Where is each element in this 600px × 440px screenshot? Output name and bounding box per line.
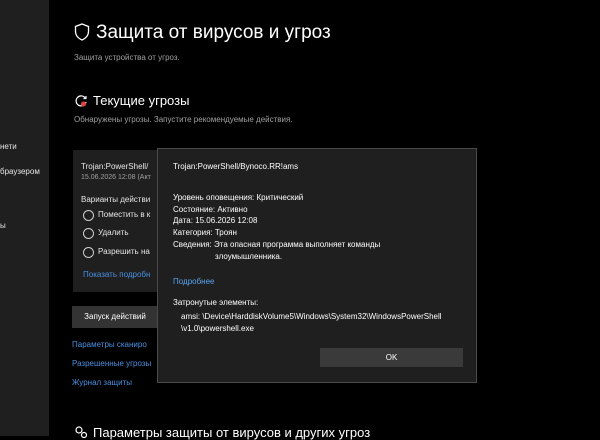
dialog-category: Категория: Троян [173, 228, 237, 237]
threat-card-date: 15.06.2026 12:08 (Акт [81, 174, 151, 181]
radio-allow[interactable] [83, 247, 94, 258]
dialog-details-line1: Сведения: Эта опасная программа выполняе… [173, 240, 381, 249]
radio-remove[interactable] [83, 228, 94, 239]
dialog-threat-name: Trojan:PowerShell/Bynoco.RR!ams [173, 162, 299, 171]
dialog-details-line2: злоумышленника. [215, 252, 283, 261]
option-allow-label: Разрешить на [98, 247, 150, 256]
dialog-status: Состояние: Активно [173, 205, 248, 214]
threat-details-dialog: Trojan:PowerShell/Bynoco.RR!ams Уровень … [157, 148, 477, 383]
start-actions-button[interactable]: Запуск действий [72, 306, 158, 328]
scan-options-link[interactable]: Параметры сканиро [72, 340, 147, 349]
nav-item-2[interactable]: браузером [0, 167, 40, 176]
protection-settings-title: Параметры защиты от вирусов и других угр… [93, 425, 371, 440]
radio-quarantine[interactable] [83, 210, 94, 221]
page-subtitle: Защита устройства от угроз. [74, 53, 180, 62]
affected-item-path-line1: amsi: \Device\HarddiskVolume5\Windows\Sy… [181, 312, 442, 321]
affected-items-label: Затронутые элементы: [173, 298, 259, 307]
nav-item-3[interactable]: ы [0, 221, 6, 230]
allowed-threats-link[interactable]: Разрешенные угрозы [72, 359, 151, 368]
dialog-alert-level: Уровень оповещения: Критический [173, 193, 304, 202]
option-remove-label: Удалить [98, 228, 129, 237]
current-threats-title: Текущие угрозы [93, 93, 190, 108]
show-details-link[interactable]: Показать подробн [83, 270, 150, 279]
affected-item-path-line2: \v1.0\powershell.exe [181, 324, 254, 333]
option-quarantine-label: Поместить в к [98, 210, 151, 219]
current-threats-subtitle: Обнаружены угрозы. Запустите рекомендуем… [74, 115, 293, 124]
threat-refresh-icon [75, 95, 87, 107]
nav-item-1[interactable]: нети [0, 142, 17, 151]
ok-button[interactable]: OK [320, 348, 463, 367]
protection-history-link[interactable]: Журнал защиты [72, 378, 132, 387]
learn-more-link[interactable]: Подробнее [173, 277, 215, 286]
threat-card-name: Trojan:PowerShell/ [81, 162, 149, 171]
gear-icon [75, 426, 88, 439]
page-title: Защита от вирусов и угроз [96, 22, 331, 43]
navigation-pane: нети браузером ы [0, 0, 49, 436]
shield-icon [74, 23, 90, 41]
action-options-label: Варианты действи [81, 195, 151, 204]
dialog-date: Дата: 15.06.2026 12:08 [173, 216, 258, 225]
